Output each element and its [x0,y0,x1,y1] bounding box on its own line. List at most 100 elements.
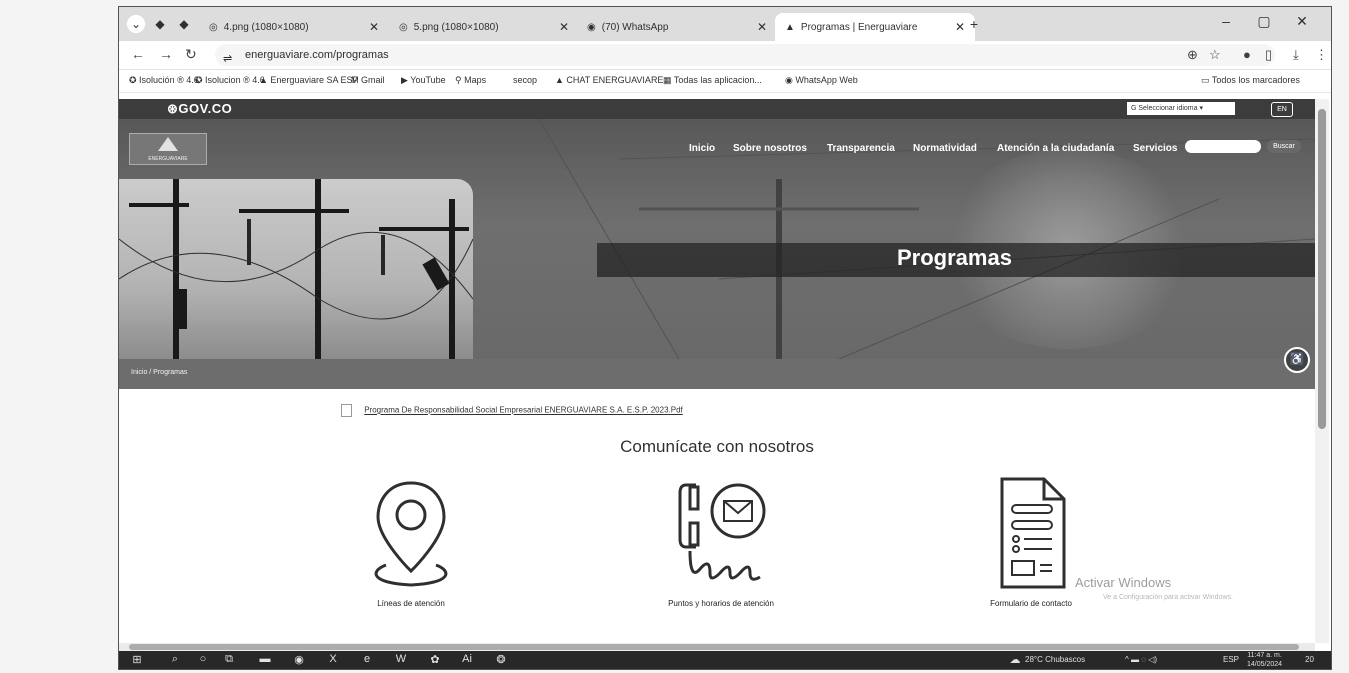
close-tab-icon[interactable]: ✕ [369,20,379,34]
app-icon[interactable]: ✿ [427,653,443,666]
profile-icon[interactable]: ● [1243,47,1251,62]
windows-start-icon[interactable]: ⊞ [129,653,145,666]
accessibility-icon[interactable]: ♿ [1284,347,1310,373]
all-bookmarks[interactable]: ▭ Todos los marcadores [1201,75,1300,86]
browser-tab-active[interactable]: ▲ Programas | Energuaviare ✕ [775,13,975,41]
browser-tab[interactable]: ◎ 5.png (1080×1080) ✕ [389,13,579,41]
nav-normatividad[interactable]: Normatividad [913,143,977,154]
utility-poles-image [119,179,473,359]
activate-windows-watermark: Activar Windows [1075,575,1172,590]
browser-tab-strip: ⌄ ◆ ◆ ◎ 4.png (1080×1080) ✕ ◎ 5.png (108… [119,7,1331,41]
bookmark-item[interactable]: ✪ Isolucion ® 4.6 [195,75,265,86]
search-button[interactable]: Buscar [1267,140,1301,153]
task-view-icon[interactable]: ⧉ [221,653,237,666]
site-logo[interactable]: ENERGUAVIARE [129,133,207,165]
windows-taskbar: ⊞ ⌕ ○ ⧉ ▬ ◉ X e W ✿ Ai ❂ ☁ 28°C Chubasco… [119,651,1331,669]
word-icon[interactable]: W [393,653,409,665]
tab-search-icon[interactable]: ⌄ [127,15,145,33]
download-icon[interactable]: ⤓ [1293,47,1299,63]
bookmark-item[interactable]: secop [513,75,537,85]
app-icon[interactable]: ❂ [493,653,509,666]
nav-inicio[interactable]: Inicio [689,143,715,154]
new-tab-button[interactable]: + [965,15,983,33]
close-tab-icon[interactable]: ✕ [757,20,767,34]
system-tray-icons[interactable]: ^ ▬ ◌ ◁) [1125,655,1157,664]
contact-card-puntos[interactable]: Puntos y horarios de atención [621,473,821,608]
zoom-icon[interactable]: ⊕ [1187,47,1198,63]
address-bar-row: ← → ↻ ⇌ energuaviare.com/programas ⊕ ☆ ●… [119,41,1331,70]
forward-icon[interactable]: → [159,46,173,62]
gov-bar: ⊛GOV.CO G Seleccionar idioma ▾ EN [119,99,1315,119]
pinned-tab-icon[interactable]: ◆ [175,15,193,33]
extensions-icon[interactable]: ▯ [1265,47,1272,63]
bookmark-item[interactable]: ⚲ Maps [455,75,486,86]
chrome-icon[interactable]: ◉ [291,653,307,666]
nav-servicios[interactable]: Servicios [1133,143,1177,154]
pinned-tab-icon[interactable]: ◆ [151,15,169,33]
site-search-input[interactable] [1185,140,1261,153]
web-page: ⊛GOV.CO G Seleccionar idioma ▾ EN ENERGU… [119,99,1315,643]
input-language[interactable]: ESP [1223,655,1239,664]
language-select[interactable]: G Seleccionar idioma ▾ [1127,102,1235,115]
folder-icon: ▭ [1201,75,1212,85]
close-tab-icon[interactable]: ✕ [955,20,965,34]
bookmark-item[interactable]: ▶ YouTube [401,75,446,86]
scrollbar-thumb[interactable] [1318,109,1326,429]
browser-tab[interactable]: ◉ (70) WhatsApp ✕ [577,13,777,41]
star-icon[interactable]: ☆ [1209,47,1221,63]
activate-windows-hint: Ve a Configuración para activar Windows. [1103,594,1233,601]
back-icon[interactable]: ← [131,46,145,62]
nav-atencion-ciudadania[interactable]: Atención a la ciudadanía [997,143,1114,154]
breadcrumb-text[interactable]: Inicio / Programas [131,369,187,376]
tab-label: 5.png (1080×1080) [413,21,499,33]
pdf-download-link[interactable]: Programa De Responsabilidad Social Empre… [364,406,683,415]
address-input[interactable]: ⇌ energuaviare.com/programas [215,44,1275,66]
maps-icon: ⚲ [455,75,465,85]
site-info-icon[interactable]: ⇌ [223,48,232,70]
gov-logo[interactable]: ⊛GOV.CO [167,101,232,117]
tab-label: Programas | Energuaviare [800,21,918,33]
illustrator-icon[interactable]: Ai [459,653,475,665]
close-tab-icon[interactable]: ✕ [559,20,569,34]
scrollbar-thumb[interactable] [129,644,1299,650]
logo-mark-icon [158,137,178,151]
gmail-icon: M [351,75,361,85]
page-title: Programas [897,245,1012,270]
file-explorer-icon[interactable]: ▬ [257,653,273,665]
notifications-badge[interactable]: 20 [1305,655,1314,664]
globe-icon: ◎ [209,21,218,33]
screenshot-frame: ⌄ ◆ ◆ ◎ 4.png (1080×1080) ✕ ◎ 5.png (108… [118,6,1332,670]
reload-icon[interactable]: ↻ [185,46,197,63]
vertical-scrollbar[interactable] [1315,99,1329,643]
hero-banner: ENERGUAVIARE Inicio Sobre nosotros Trans… [119,119,1315,359]
language-toggle[interactable]: EN [1271,102,1293,117]
nav-transparencia[interactable]: Transparencia [827,143,895,154]
cortana-icon[interactable]: ○ [195,653,211,665]
bookmark-item[interactable]: ▦ Todas las aplicacion... [663,75,762,86]
search-icon[interactable]: ⌕ [167,653,183,666]
maximize-icon[interactable]: ▢ [1249,13,1279,30]
horizontal-scrollbar[interactable] [119,643,1315,651]
contact-card-lineas[interactable]: Líneas de atención [311,473,511,608]
bookmark-item[interactable]: ✪ Isolución ® 4.6 [129,75,199,86]
bookmark-item[interactable]: ▲ CHAT ENERGUAVIARE [555,75,663,85]
excel-icon[interactable]: X [325,653,341,665]
close-window-icon[interactable]: ✕ [1287,13,1317,30]
youtube-icon: ▶ [401,75,411,85]
pdf-list-item: Programa De Responsabilidad Social Empre… [341,404,683,417]
bookmark-icon: ▲ [555,75,567,85]
edge-icon[interactable]: e [359,653,375,665]
minimize-icon[interactable]: – [1211,13,1241,29]
bookmark-item[interactable]: ◉ WhatsApp Web [785,75,858,86]
bookmark-item[interactable]: ▲ Energuaviare SA ESP [259,75,358,85]
whatsapp-icon: ◉ [587,21,596,33]
menu-icon[interactable]: ⋮ [1315,47,1328,63]
site-favicon-icon: ▲ [785,21,795,33]
taskbar-clock[interactable]: 11:47 a. m. 14/05/2024 [1247,651,1282,669]
weather-text[interactable]: 28°C Chubascos [1025,655,1085,664]
browser-tab[interactable]: ◎ 4.png (1080×1080) ✕ [199,13,389,41]
bookmark-item[interactable]: M Gmail [351,75,385,85]
apps-icon: ▦ [663,75,674,85]
bookmark-icon: ▲ [259,75,271,85]
nav-sobre-nosotros[interactable]: Sobre nosotros [733,143,807,154]
